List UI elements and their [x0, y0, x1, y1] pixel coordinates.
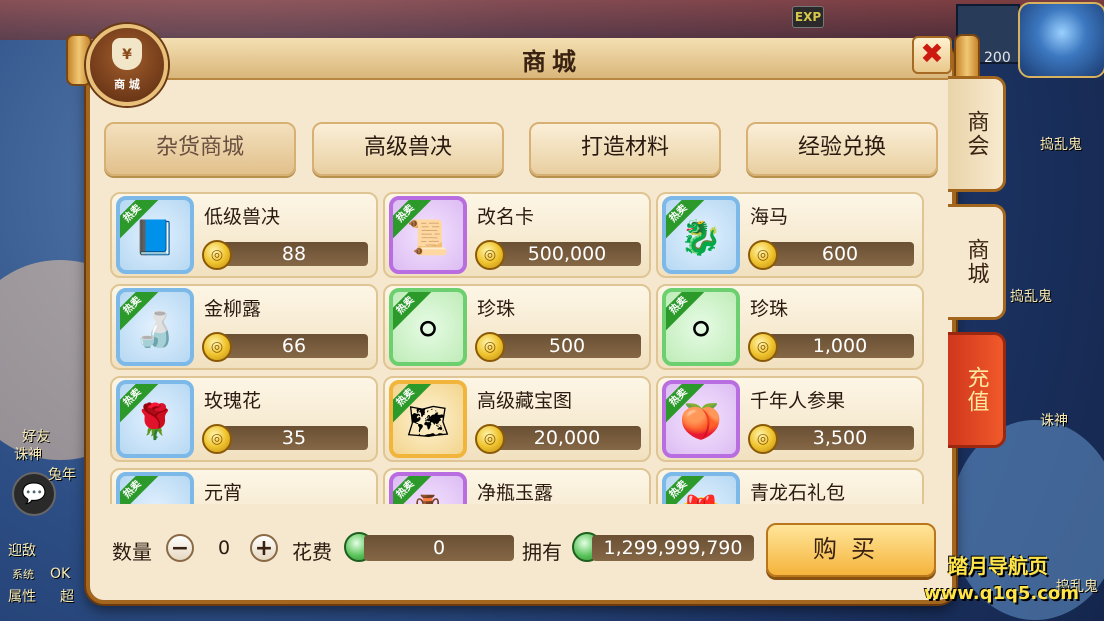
gold-coin-icon: ◎ — [202, 424, 232, 454]
scene-text: 捣乱鬼 — [1040, 137, 1082, 153]
scene-text: OK — [50, 566, 71, 582]
scene-text: 系统 — [12, 568, 34, 581]
tab-guild[interactable]: 商会 — [948, 76, 1006, 192]
item-card[interactable]: 📘 热卖 低级兽决 88 ◎ — [110, 192, 378, 278]
scene-text: 诛神 — [1040, 413, 1068, 429]
gold-coin-icon: ◎ — [748, 424, 778, 454]
item-name: 低级兽决 — [204, 206, 281, 228]
close-button[interactable]: ✖ — [912, 36, 952, 74]
item-price: 600 — [754, 242, 914, 266]
item-name: 元宵 — [204, 482, 243, 504]
gold-coin-icon: ◎ — [475, 240, 505, 270]
item-name: 珍珠 — [477, 298, 516, 320]
category-general-store[interactable]: 杂货商城 — [104, 122, 296, 176]
item-name: 净瓶玉露 — [477, 482, 554, 504]
gold-coin-icon: ◎ — [475, 424, 505, 454]
quantity-decrease-button[interactable]: − — [166, 534, 194, 562]
item-price: 88 — [208, 242, 368, 266]
item-icon-frame: 🗺 热卖 — [389, 380, 467, 458]
item-name: 改名卡 — [477, 206, 535, 228]
item-price: 3,500 — [754, 426, 914, 450]
gold-coin-icon: ◎ — [748, 332, 778, 362]
gold-coin-icon: ◎ — [475, 332, 505, 362]
item-card[interactable]: 🍶 热卖 金柳露 66 ◎ — [110, 284, 378, 370]
item-icon-frame: 🐉 热卖 — [662, 196, 740, 274]
watermark-url: www.q1q5.com — [924, 583, 1080, 604]
game-top-strip — [0, 0, 1104, 40]
item-price: 1,000 — [754, 334, 914, 358]
item-card[interactable]: 🐉 热卖 海马 600 ◎ — [656, 192, 924, 278]
item-name: 金柳露 — [204, 298, 262, 320]
owned-value: 1,299,999,790 — [592, 535, 754, 561]
category-exp-exchange[interactable]: 经验兑换 — [746, 122, 938, 176]
item-price: 500,000 — [481, 242, 641, 266]
item-card[interactable]: 🗺 热卖 高级藏宝图 20,000 ◎ — [383, 376, 651, 462]
scene-text: 超 — [60, 589, 74, 605]
item-card[interactable]: 🎁热卖青龙石礼包 — [656, 468, 924, 504]
watermark-title: 踏月导航页 — [948, 554, 1048, 578]
scene-text: 兔年 — [48, 467, 76, 483]
shop-badge: ¥ 商 城 — [86, 24, 168, 106]
scene-text: 好友 — [22, 429, 50, 445]
item-card[interactable]: ⚪ 热卖 珍珠 1,000 ◎ — [656, 284, 924, 370]
item-name: 青龙石礼包 — [750, 482, 846, 504]
item-icon-frame: ⚪热卖 — [116, 472, 194, 504]
item-card[interactable]: ⚪热卖元宵 — [110, 468, 378, 504]
item-price: 500 — [481, 334, 641, 358]
item-icon-frame: 🍶 热卖 — [116, 288, 194, 366]
item-price: 20,000 — [481, 426, 641, 450]
shop-badge-label: 商 城 — [114, 78, 140, 91]
item-icon-frame: ⚪热卖 — [662, 288, 740, 366]
exp-badge: EXP — [792, 6, 824, 28]
item-card[interactable]: 📜 热卖 改名卡 500,000 ◎ — [383, 192, 651, 278]
item-card[interactable]: 🏺热卖净瓶玉露 — [383, 468, 651, 504]
item-name: 玫瑰花 — [204, 390, 262, 412]
gold-coin-icon: ◎ — [202, 332, 232, 362]
gold-coin-icon: ◎ — [202, 240, 232, 270]
gold-coin-icon: ◎ — [748, 240, 778, 270]
item-card[interactable]: 🍑 热卖 千年人参果 3,500 ◎ — [656, 376, 924, 462]
category-advanced-skill-books[interactable]: 高级兽决 — [312, 122, 504, 176]
item-icon-frame: 📘 热卖 — [116, 196, 194, 274]
money-bag-icon: ¥ — [112, 38, 142, 70]
item-icon-frame: 🏺热卖 — [389, 472, 467, 504]
item-icon-frame: 🎁热卖 — [662, 472, 740, 504]
tab-recharge[interactable]: 充值 — [948, 332, 1006, 448]
quantity-increase-button[interactable]: + — [250, 534, 278, 562]
item-icon-frame: ⚪热卖 — [389, 288, 467, 366]
tab-shop[interactable]: 商城 — [948, 204, 1006, 320]
scene-text: 捣乱鬼 — [1010, 289, 1052, 305]
owned-label: 拥有 — [522, 540, 562, 564]
item-grid: 📘 热卖 低级兽决 88 ◎ 📜 热卖 改名卡 500,000 ◎ 🐉 热卖 海马 600 ◎ 🍶 热卖 金柳露 6… — [110, 192, 930, 504]
item-price: 66 — [208, 334, 368, 358]
quantity-field[interactable]: 0 — [194, 535, 254, 561]
item-icon-frame: 📜 热卖 — [389, 196, 467, 274]
item-icon-frame: 🍑 热卖 — [662, 380, 740, 458]
item-card[interactable]: ⚪ 热卖 珍珠 500 ◎ — [383, 284, 651, 370]
item-icon-frame: 🌹 热卖 — [116, 380, 194, 458]
quantity-label: 数量 — [112, 540, 152, 564]
scene-text: 迎敌 — [8, 543, 36, 559]
item-name: 千年人参果 — [750, 390, 846, 412]
item-name: 高级藏宝图 — [477, 390, 573, 412]
buy-button[interactable]: 购买 — [766, 523, 936, 577]
scene-text: 属性 — [8, 589, 36, 605]
scene-text: 诛神 — [14, 447, 42, 463]
item-price: 35 — [208, 426, 368, 450]
item-card[interactable]: 🌹 热卖 玫瑰花 35 ◎ — [110, 376, 378, 462]
item-name: 珍珠 — [750, 298, 789, 320]
item-name: 海马 — [750, 206, 789, 228]
cost-label: 花费 — [292, 540, 332, 564]
cost-value: 0 — [364, 535, 514, 561]
category-crafting-materials[interactable]: 打造材料 — [529, 122, 721, 176]
